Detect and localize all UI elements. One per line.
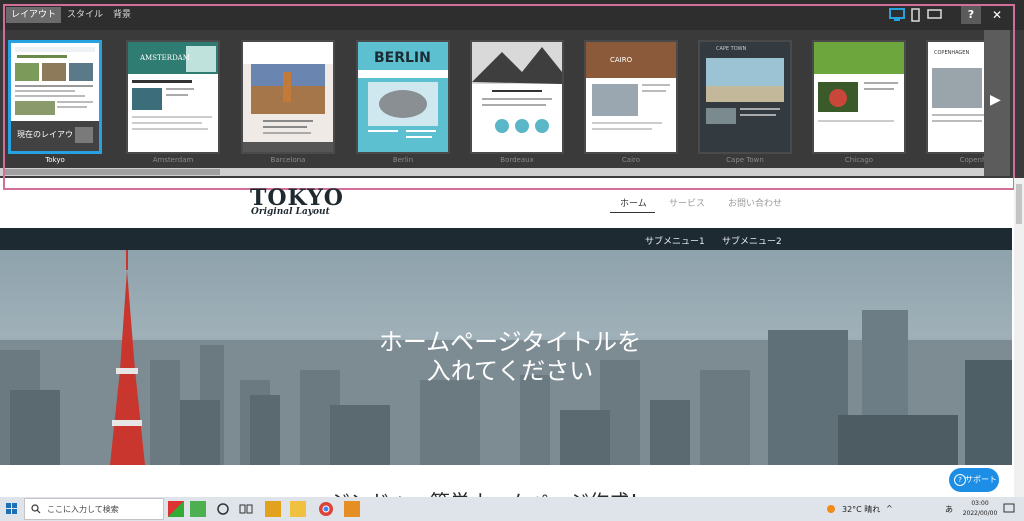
layout-card-amsterdam[interactable]: AMSTERDAM Amsterdam	[126, 40, 220, 164]
layout-name: Amsterdam	[152, 156, 194, 164]
berlin-thumb-title: BERLIN	[374, 50, 431, 66]
layout-name: Tokyo	[45, 156, 65, 164]
nav-contact[interactable]: お問い合わせ	[728, 196, 782, 209]
layout-thumbnail-berlin: BERLIN	[356, 40, 450, 154]
current-layout-label: 現在のレイアウト	[17, 130, 81, 139]
page-scrollbar[interactable]	[1014, 178, 1024, 497]
layout-name: Berlin	[392, 156, 414, 164]
mobile-view-icon[interactable]	[911, 8, 921, 22]
ime-indicator[interactable]: あ	[945, 504, 953, 515]
chrome-icon[interactable]	[318, 501, 334, 517]
weather-text[interactable]: 32°C 晴れ	[842, 504, 880, 515]
explorer-icon[interactable]	[290, 501, 306, 517]
tab-layout[interactable]: レイアウト	[6, 7, 62, 23]
clock[interactable]: 03:00 2022/00/00	[960, 499, 1000, 519]
desktop-view-icon[interactable]	[889, 8, 905, 22]
next-layouts-button[interactable]: ▶	[984, 30, 1010, 176]
hero-title-line1: ホームページタイトルを	[378, 328, 642, 356]
layout-name: Cairo	[621, 156, 641, 164]
layout-thumbnail-capetown: CAPE TOWN	[698, 40, 792, 154]
layout-card-barcelona[interactable]: Barcelona	[241, 40, 335, 164]
media-icon[interactable]	[344, 501, 360, 517]
layout-thumbnail-barcelona	[241, 40, 335, 154]
hero-image: ホームページタイトルを 入れてください	[0, 250, 1012, 465]
subnav-item-2[interactable]: サブメニュー2	[722, 234, 782, 247]
taskbar-app-icon[interactable]	[168, 501, 184, 517]
layout-card-bordeaux[interactable]: Bordeaux	[470, 40, 564, 164]
nav-active-underline	[610, 212, 655, 213]
capetown-preview	[700, 42, 790, 152]
clock-time: 03:00	[971, 500, 989, 507]
layout-thumbnail-chicago	[812, 40, 906, 154]
cortana-icon[interactable]	[215, 501, 231, 517]
subnav-item-1[interactable]: サブメニュー1	[645, 234, 705, 247]
question-icon: ?	[954, 474, 966, 486]
layout-copy-icon[interactable]	[75, 127, 93, 143]
chicago-preview	[814, 42, 904, 152]
layout-editor-panel: レイアウト スタイル 背景 ? ✕ 現在のレイアウト Tokyo AMSTERD…	[0, 0, 1024, 178]
copenhagen-thumb-title: COPENHAGEN	[934, 50, 970, 56]
layout-card-chicago[interactable]: Chicago	[812, 40, 906, 164]
amsterdam-thumb-title: AMSTERDAM	[140, 54, 190, 62]
task-view-icon[interactable]	[238, 501, 254, 517]
search-icon	[31, 504, 41, 514]
nav-services[interactable]: サービス	[669, 196, 705, 209]
layout-thumbnail-strip: 現在のレイアウト Tokyo AMSTERDAM Amsterdam Barce…	[0, 30, 1000, 168]
layout-thumbnail-cairo: CAIRO	[584, 40, 678, 154]
tablet-view-icon[interactable]	[927, 8, 943, 22]
layout-card-tokyo[interactable]: 現在のレイアウト Tokyo	[8, 40, 102, 164]
hero-title-line2: 入れてください	[426, 357, 594, 385]
barcelona-preview	[243, 42, 333, 152]
tab-style[interactable]: スタイル	[62, 7, 108, 23]
taskbar-app-icon[interactable]	[190, 501, 206, 517]
cairo-thumb-title: CAIRO	[610, 56, 633, 64]
layout-name: Chicago	[844, 156, 874, 164]
layout-name: Cape Town	[726, 156, 764, 164]
layout-name: Barcelona	[270, 156, 306, 164]
notification-icon[interactable]	[1003, 503, 1015, 515]
layout-thumbnail-bordeaux	[470, 40, 564, 154]
capetown-thumb-title: CAPE TOWN	[716, 46, 747, 52]
hero-title: ホームページタイトルを 入れてください	[300, 328, 720, 386]
sun-icon[interactable]	[826, 504, 836, 514]
search-placeholder: ここに入力して検索	[47, 505, 119, 514]
windows-taskbar: ここに入力して検索 32°C 晴れ ^ あ 03:00 2022/00/00	[0, 497, 1024, 521]
layout-card-capetown[interactable]: CAPE TOWN Cape Town	[698, 40, 792, 164]
strip-scrollbar[interactable]	[0, 168, 1000, 176]
tab-background[interactable]: 背景	[108, 7, 136, 23]
help-button[interactable]: ?	[961, 6, 981, 24]
layout-card-cairo[interactable]: CAIRO Cairo	[584, 40, 678, 164]
layout-thumbnail-tokyo: 現在のレイアウト	[8, 40, 102, 154]
page-scrollbar-thumb[interactable]	[1016, 184, 1022, 224]
site-logo-subtitle: Original Layout	[251, 207, 330, 217]
layout-name: Bordeaux	[500, 156, 534, 164]
layout-card-berlin[interactable]: BERLIN Berlin	[356, 40, 450, 164]
chevron-right-icon: ▶	[990, 92, 1001, 108]
clock-date: 2022/00/00	[962, 510, 998, 517]
sub-navigation: サブメニュー1 サブメニュー2	[0, 228, 1012, 250]
editor-toolbar: レイアウト スタイル 背景 ? ✕	[0, 0, 1024, 30]
outlook-icon[interactable]	[265, 501, 281, 517]
taskbar-search[interactable]: ここに入力して検索	[24, 498, 164, 520]
close-button[interactable]: ✕	[988, 6, 1006, 24]
current-layout-overlay: 現在のレイアウト	[11, 121, 99, 151]
nav-home[interactable]: ホーム	[620, 196, 647, 209]
start-icon[interactable]	[6, 503, 18, 515]
support-label: サポート	[965, 475, 997, 484]
layout-thumbnail-amsterdam: AMSTERDAM	[126, 40, 220, 154]
tray-chevron-icon[interactable]: ^	[886, 504, 893, 513]
support-button[interactable]: ? サポート	[949, 468, 999, 492]
bordeaux-preview	[472, 42, 562, 152]
strip-scrollbar-thumb[interactable]	[4, 169, 220, 175]
